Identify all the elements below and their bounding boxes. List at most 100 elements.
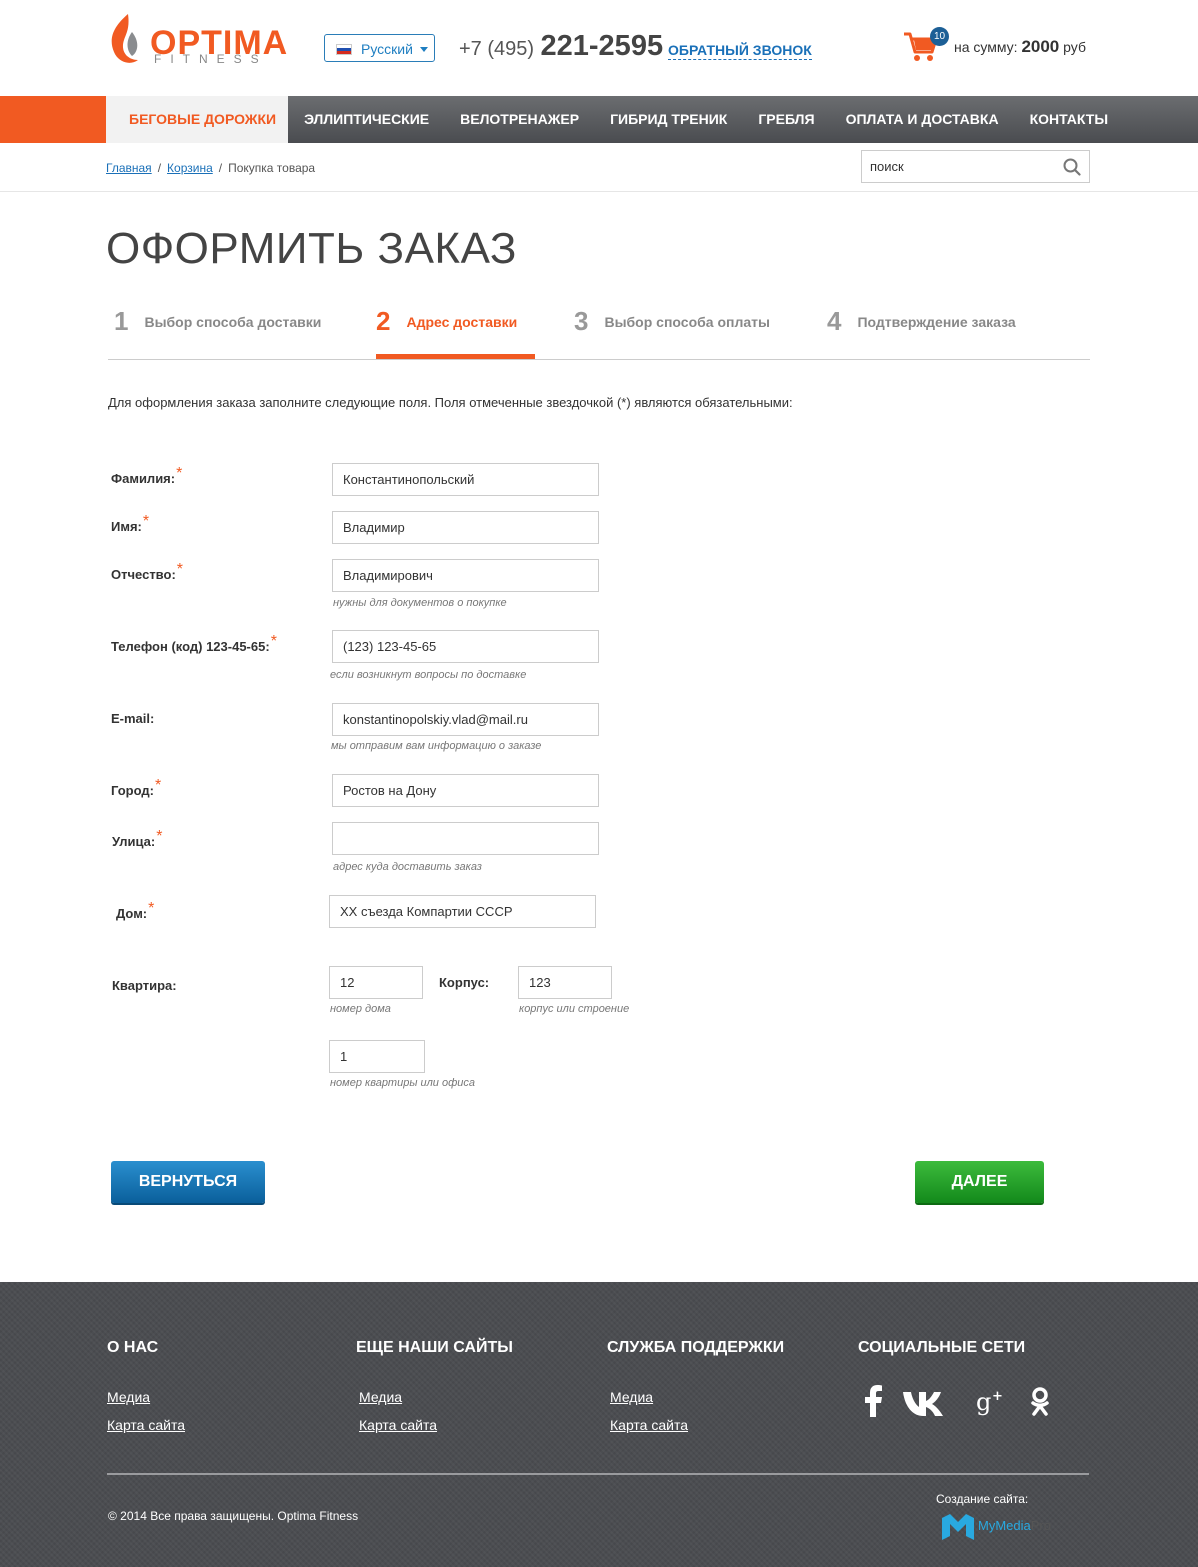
main-nav: БЕГОВЫЕ ДОРОЖКИ ЭЛЛИПТИЧЕСКИЕ ВЕЛОТРЕНАЖ…: [0, 96, 1198, 143]
street-field[interactable]: [332, 822, 599, 855]
footer-link-media[interactable]: Медиа: [359, 1389, 402, 1405]
flat-field[interactable]: [329, 1040, 425, 1073]
step-number: 4: [827, 306, 842, 336]
odnoklassniki-icon[interactable]: [1030, 1387, 1050, 1419]
step-label: Подтверждение заказа: [857, 313, 1016, 330]
copyright-text: © 2014 Все права защищены. Optima Fitnes…: [108, 1509, 359, 1523]
footer-link-sitemap[interactable]: Карта сайта: [359, 1417, 437, 1433]
mymedia-logo[interactable]: MyMediaPro: [942, 1514, 1051, 1545]
google-plus-icon[interactable]: g +: [976, 1388, 1006, 1416]
cart-sum: на сумму: 2000 руб: [954, 37, 1086, 57]
mymedia-suffix: Pro: [1030, 1518, 1051, 1533]
footer: О НАС Медиа Карта сайта ЕЩЕ НАШИ САЙТЫ М…: [0, 1282, 1198, 1567]
patronymic-field[interactable]: [332, 559, 599, 592]
surname-field[interactable]: [332, 463, 599, 496]
footer-link-sitemap[interactable]: Карта сайта: [107, 1417, 185, 1433]
step-delivery-address[interactable]: 2 Адрес доставки: [376, 306, 535, 359]
name-field[interactable]: [332, 511, 599, 544]
mymedia-text: MyMediaPro: [978, 1518, 1051, 1533]
search-box: [861, 150, 1090, 183]
made-by-label: Создание сайта:: [936, 1492, 1029, 1506]
next-button[interactable]: ДАЛЕЕ: [915, 1161, 1044, 1203]
cart-sum-value: 2000: [1021, 37, 1060, 56]
building-field[interactable]: [518, 966, 612, 999]
back-button[interactable]: ВЕРНУТЬСЯ: [111, 1161, 265, 1203]
svg-text:g: g: [976, 1388, 991, 1416]
street-label: Улица:*: [112, 828, 162, 852]
email-field[interactable]: [332, 703, 599, 736]
footer-col-support: СЛУЖБА ПОДДЕРЖКИ Медиа Карта сайта: [607, 1339, 784, 1433]
footer-col-title: СОЦИАЛЬНЫЕ СЕТИ: [858, 1339, 1026, 1356]
house-label: Дом:*: [116, 900, 154, 924]
nav-item-hybrid[interactable]: ГИБРИД ТРЕНИК: [594, 96, 742, 143]
street-hint: адрес куда доставить заказ: [333, 861, 482, 873]
required-mark: *: [156, 828, 163, 845]
required-mark: *: [176, 465, 183, 482]
nav-item-treadmills[interactable]: БЕГОВЫЕ ДОРОЖКИ: [106, 96, 289, 143]
surname-label-text: Фамилия:: [111, 471, 176, 486]
chevron-down-icon: [420, 47, 428, 52]
logo[interactable]: OPTIMA FITNESS: [106, 10, 287, 68]
footer-col-title: ЕЩЕ НАШИ САЙТЫ: [356, 1339, 513, 1356]
phone-field[interactable]: [332, 630, 599, 663]
patronymic-label: Отчество:*: [111, 561, 183, 585]
footer-link-sitemap[interactable]: Карта сайта: [610, 1417, 688, 1433]
step-number: 3: [574, 306, 589, 336]
footer-col-title: О НАС: [107, 1339, 159, 1356]
nav-accent-block: [0, 96, 106, 143]
step-payment-method[interactable]: 3 Выбор способа оплаты: [574, 306, 770, 359]
email-hint: мы отправим вам информацию о заказе: [331, 740, 542, 752]
step-number: 1: [114, 306, 129, 336]
city-field[interactable]: [332, 774, 599, 807]
logo-subtext: FITNESS: [154, 52, 268, 66]
step-confirmation[interactable]: 4 Подтверждение заказа: [827, 306, 1016, 359]
search-input[interactable]: [870, 159, 1050, 174]
phone-number: +7 (495) 221-2595: [459, 30, 663, 63]
russia-flag-icon: [336, 44, 352, 55]
breadcrumb-separator: /: [218, 161, 223, 175]
nav-item-contacts[interactable]: КОНТАКТЫ: [1014, 96, 1123, 143]
nav-item-bikes[interactable]: ВЕЛОТРЕНАЖЕР: [444, 96, 594, 143]
breadcrumb-home-link[interactable]: Главная: [106, 161, 152, 175]
email-label-text: E-mail:: [111, 711, 155, 726]
flame-icon: [111, 14, 138, 63]
phone-label-text: Телефон (код) 123-45-65:: [111, 639, 270, 654]
name-label: Имя:*: [111, 513, 149, 537]
step-delivery-method[interactable]: 1 Выбор способа доставки: [114, 306, 321, 359]
required-mark: *: [154, 777, 162, 794]
facebook-icon[interactable]: [862, 1385, 884, 1417]
breadcrumb-cart-link[interactable]: Корзина: [167, 161, 213, 175]
mymedia-brand: MyMedia: [978, 1518, 1031, 1533]
city-label: Город:*: [111, 777, 161, 801]
step-label: Выбор способа доставки: [144, 313, 322, 330]
step-label: Выбор способа оплаты: [604, 313, 770, 330]
vk-icon[interactable]: [902, 1390, 950, 1418]
house-field[interactable]: [329, 895, 596, 928]
breadcrumb-current: Покупка товара: [228, 161, 316, 175]
footer-col-sites: ЕЩЕ НАШИ САЙТЫ Медиа Карта сайта: [356, 1339, 513, 1433]
page-title: ОФОРМИТЬ ЗАКАЗ: [106, 224, 517, 273]
breadcrumb: Главная / Корзина / Покупка товара: [106, 161, 315, 175]
nav-item-rowing[interactable]: ГРЕБЛЯ: [742, 96, 829, 143]
svg-text:+: +: [992, 1389, 1003, 1404]
callback-link[interactable]: ОБРАТНЫЙ ЗВОНОК: [668, 42, 812, 60]
footer-link-media[interactable]: Медиа: [107, 1389, 150, 1405]
breadcrumb-separator: /: [157, 161, 162, 175]
nav-item-payment-delivery[interactable]: ОПЛАТА И ДОСТАВКА: [830, 96, 1014, 143]
required-mark: *: [176, 561, 184, 578]
name-label-text: Имя:: [111, 519, 142, 534]
apartment-label: Квартира:: [112, 978, 177, 993]
house-number-field[interactable]: [329, 966, 423, 999]
city-label-text: Город:: [111, 783, 154, 798]
surname-label: Фамилия:*: [111, 465, 182, 489]
email-label: E-mail:: [111, 711, 154, 726]
cart-sum-label: на сумму:: [954, 39, 1018, 55]
language-select[interactable]: Русский: [324, 34, 435, 62]
street-label-text: Улица:: [112, 834, 156, 849]
nav-item-ellipticals[interactable]: ЭЛЛИПТИЧЕСКИЕ: [288, 96, 444, 143]
house-number-hint: номер дома: [330, 1003, 391, 1015]
search-icon[interactable]: [1063, 158, 1081, 176]
cart-currency: руб: [1063, 39, 1086, 55]
footer-link-media[interactable]: Медиа: [610, 1389, 653, 1405]
footer-col-social: СОЦИАЛЬНЫЕ СЕТИ: [858, 1339, 1025, 1357]
